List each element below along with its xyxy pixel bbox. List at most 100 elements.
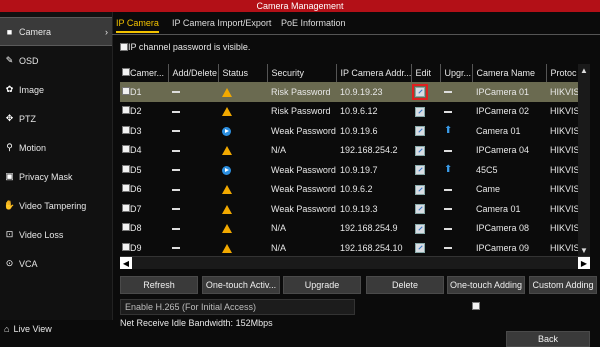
edit-icon[interactable]	[415, 126, 425, 137]
sidebar-item-motion[interactable]: ⚲ Motion	[0, 133, 112, 162]
edit-icon[interactable]	[415, 243, 425, 254]
cell-camera[interactable]: D8	[120, 219, 168, 239]
table-row[interactable]: D7 Weak Password 10.9.19.3 Camera 01 HIKVIS	[120, 199, 590, 219]
sidebar-item-ptz[interactable]: ✥ PTZ	[0, 104, 112, 133]
cell-camera[interactable]: D4	[120, 141, 168, 161]
upgrade-arrow-icon[interactable]: ⬆	[444, 125, 452, 136]
cell-add-delete[interactable]	[168, 180, 218, 200]
table-row[interactable]: D9 N/A 192.168.254.10 IPCamera 09 HIKVIS	[120, 238, 590, 256]
cell-edit[interactable]	[411, 238, 440, 256]
table-row[interactable]: D2 Risk Password 10.9.6.12 IPCamera 02 HIKVI…	[120, 102, 590, 122]
table-row[interactable]: D6 Weak Password 10.9.6.2 Came HIKVIS	[120, 180, 590, 200]
vertical-scrollbar[interactable]: ▲ ▼	[578, 64, 590, 256]
header-upgrade[interactable]: Upgr...	[439, 64, 472, 82]
cell-add-delete[interactable]	[168, 121, 218, 141]
back-button[interactable]: Back	[506, 331, 590, 347]
header-edit[interactable]: Edit	[410, 64, 440, 82]
scroll-right-icon[interactable]: ▶	[578, 257, 590, 269]
cell-camera[interactable]: D6	[120, 180, 168, 200]
delete-icon[interactable]	[172, 227, 180, 230]
edit-icon[interactable]	[415, 106, 425, 117]
cell-camera[interactable]: D9	[120, 238, 168, 256]
cell-add-delete[interactable]	[168, 238, 218, 256]
delete-icon[interactable]	[172, 188, 180, 191]
cell-camera[interactable]: D5	[120, 160, 168, 180]
one-touch-activate-button[interactable]: One-touch Activ...	[202, 276, 280, 294]
upgrade-arrow-icon[interactable]: ⬆	[444, 164, 452, 175]
table-row[interactable]: D1 Risk Password 10.9.19.23 IPCamera 01 HIKV…	[120, 82, 590, 102]
cell-add-delete[interactable]	[168, 160, 218, 180]
cell-edit[interactable]	[411, 121, 440, 141]
upgrade-button[interactable]: Upgrade	[283, 276, 361, 294]
row-checkbox[interactable]	[122, 125, 130, 134]
delete-icon[interactable]	[172, 247, 180, 250]
cell-edit[interactable]	[411, 219, 440, 239]
sidebar-item-osd[interactable]: ✎ OSD	[0, 46, 112, 75]
header-security[interactable]: Security	[266, 64, 336, 82]
cell-camera[interactable]: D2	[120, 102, 168, 122]
header-status[interactable]: Status	[217, 64, 267, 82]
scroll-up-icon[interactable]: ▲	[578, 64, 590, 76]
edit-icon[interactable]	[415, 165, 425, 176]
edit-icon[interactable]	[415, 204, 425, 215]
delete-icon[interactable]	[172, 169, 180, 172]
horizontal-scrollbar[interactable]: ◀ ▶	[120, 256, 590, 269]
tab-ip-camera[interactable]: IP Camera	[116, 18, 159, 33]
delete-icon[interactable]	[172, 208, 180, 211]
header-camera[interactable]: Camer...	[120, 64, 168, 82]
sidebar-item-vca[interactable]: ⊙ VCA	[0, 249, 112, 278]
sidebar-item-privacy-mask[interactable]: ▣ Privacy Mask	[0, 162, 112, 191]
refresh-button[interactable]: Refresh	[120, 276, 198, 294]
delete-button[interactable]: Delete	[366, 276, 444, 294]
cell-edit[interactable]	[411, 141, 440, 161]
cell-edit[interactable]	[411, 102, 440, 122]
edit-icon[interactable]	[415, 223, 425, 234]
one-touch-adding-button[interactable]: One-touch Adding	[447, 276, 525, 294]
row-checkbox[interactable]	[122, 145, 130, 154]
sidebar-item-video-loss[interactable]: ⊡ Video Loss	[0, 220, 112, 249]
live-view-button[interactable]: ⌂ Live View	[0, 320, 112, 338]
row-checkbox[interactable]	[122, 86, 130, 95]
sidebar-item-image[interactable]: ✿ Image	[0, 75, 112, 104]
row-checkbox[interactable]	[122, 184, 130, 193]
row-checkbox[interactable]	[122, 223, 130, 232]
table-row[interactable]: D3 Weak Password 10.9.19.6 ⬆ Camera 01 HIKVIS	[120, 121, 590, 141]
cell-camera[interactable]: D7	[120, 199, 168, 219]
tab-ip-camera-import-export[interactable]: IP Camera Import/Export	[172, 18, 271, 28]
cell-add-delete[interactable]	[168, 199, 218, 219]
table-row[interactable]: D8 N/A 192.168.254.9 IPCamera 08 HIKVIS	[120, 219, 590, 239]
h265-checkbox[interactable]	[472, 302, 480, 310]
row-checkbox[interactable]	[122, 203, 130, 212]
cell-add-delete[interactable]	[168, 219, 218, 239]
custom-adding-button[interactable]: Custom Adding	[529, 276, 597, 294]
header-add-delete[interactable]: Add/Delete	[167, 64, 218, 82]
sidebar-item-camera[interactable]: ■ Camera ›	[0, 17, 112, 46]
cell-add-delete[interactable]	[168, 141, 218, 161]
cell-edit[interactable]	[411, 82, 440, 102]
select-all-checkbox[interactable]	[122, 68, 130, 76]
delete-icon[interactable]	[172, 110, 180, 113]
edit-icon[interactable]	[415, 184, 425, 195]
sidebar-item-video-tampering[interactable]: ✋ Video Tampering	[0, 191, 112, 220]
cell-edit[interactable]	[411, 160, 440, 180]
scroll-down-icon[interactable]: ▼	[578, 244, 590, 256]
delete-icon[interactable]	[172, 130, 180, 133]
edit-icon[interactable]	[412, 84, 428, 101]
delete-icon[interactable]	[172, 149, 180, 152]
scroll-left-icon[interactable]: ◀	[120, 257, 132, 269]
table-row[interactable]: D4 N/A 192.168.254.2 IPCamera 04 HIKVIS	[120, 141, 590, 161]
edit-icon[interactable]	[415, 145, 425, 156]
cell-camera[interactable]: D3	[120, 121, 168, 141]
row-checkbox[interactable]	[122, 242, 130, 251]
password-visible-checkbox[interactable]	[120, 43, 128, 51]
cell-edit[interactable]	[411, 180, 440, 200]
cell-add-delete[interactable]	[168, 102, 218, 122]
cell-edit[interactable]	[411, 199, 440, 219]
tab-poe-information[interactable]: PoE Information	[281, 18, 346, 28]
row-checkbox[interactable]	[122, 106, 130, 115]
cell-camera[interactable]: D1	[120, 82, 168, 102]
header-ip-address[interactable]: IP Camera Addr...	[335, 64, 411, 82]
row-checkbox[interactable]	[122, 164, 130, 173]
header-camera-name[interactable]: Camera Name	[471, 64, 546, 82]
delete-icon[interactable]	[172, 91, 180, 94]
